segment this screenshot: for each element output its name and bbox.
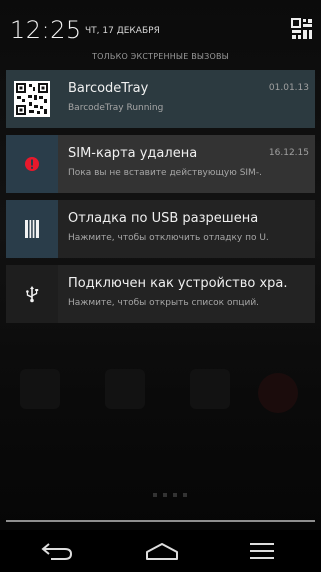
usb-icon <box>26 286 39 303</box>
notification-time: 01.01.13 <box>268 83 309 93</box>
notification-title: Отладка по USB разрешена <box>68 211 259 226</box>
background-app-icon <box>190 369 230 409</box>
notification-icon-box <box>6 200 58 258</box>
page-indicator <box>150 482 210 497</box>
back-button[interactable] <box>35 538 79 564</box>
shade-drag-handle[interactable] <box>6 520 315 522</box>
sim-alert-icon <box>25 157 39 171</box>
recent-apps-button[interactable] <box>240 538 284 564</box>
notification-icon-box <box>6 135 58 193</box>
background-app-icon <box>20 369 60 409</box>
background-app-icon <box>105 369 145 409</box>
usb-debug-icon <box>25 220 39 238</box>
notification-title: BarcodeTray <box>68 81 149 96</box>
shade-header: 12:25 ЧТ, 17 ДЕКАБРЯ <box>0 0 321 52</box>
clock: 12:25 <box>10 16 82 44</box>
notification-icon-box <box>6 70 58 128</box>
notification-text: Нажмите, чтобы отключить отладку по U. <box>68 233 269 243</box>
notification-icon-box <box>6 265 58 323</box>
home-icon <box>146 543 178 560</box>
home-button[interactable] <box>140 538 184 564</box>
home-screen-background <box>0 355 321 445</box>
quick-settings-button[interactable] <box>291 18 313 40</box>
notification-shade: 12:25 ЧТ, 17 ДЕКАБРЯ ТОЛЬКО ЭКСТРЕННЫЕ В… <box>0 0 321 572</box>
notification-usb-debugging[interactable]: Отладка по USB разрешена Нажмите, чтобы … <box>6 200 315 258</box>
notification-barcodetray[interactable]: BarcodeTray BarcodeTray Running 01.01.13 <box>6 70 315 128</box>
notification-title: Подключен как устройство хра. <box>68 276 288 291</box>
notification-text: Пока вы не вставите действующую SIM-. <box>68 168 262 178</box>
notification-time: 16.12.15 <box>268 148 309 158</box>
recent-apps-icon <box>250 543 274 559</box>
background-app-icon <box>258 373 298 413</box>
date: ЧТ, 17 ДЕКАБРЯ <box>85 26 160 36</box>
notification-text: BarcodeTray Running <box>68 103 164 113</box>
notification-usb-storage[interactable]: Подключен как устройство хра. Нажмите, ч… <box>6 265 315 323</box>
back-icon <box>41 543 73 560</box>
quick-settings-icon <box>291 18 312 39</box>
notification-text: Нажмите, чтобы открыть список опций. <box>68 298 260 308</box>
notification-sim-removed[interactable]: SIM-карта удалена Пока вы не вставите де… <box>6 135 315 193</box>
emergency-calls-only-label: ТОЛЬКО ЭКСТРЕННЫЕ ВЫЗОВЫ <box>92 52 229 61</box>
navigation-bar <box>0 530 321 572</box>
qr-code-icon <box>14 81 50 117</box>
notification-title: SIM-карта удалена <box>68 146 198 161</box>
